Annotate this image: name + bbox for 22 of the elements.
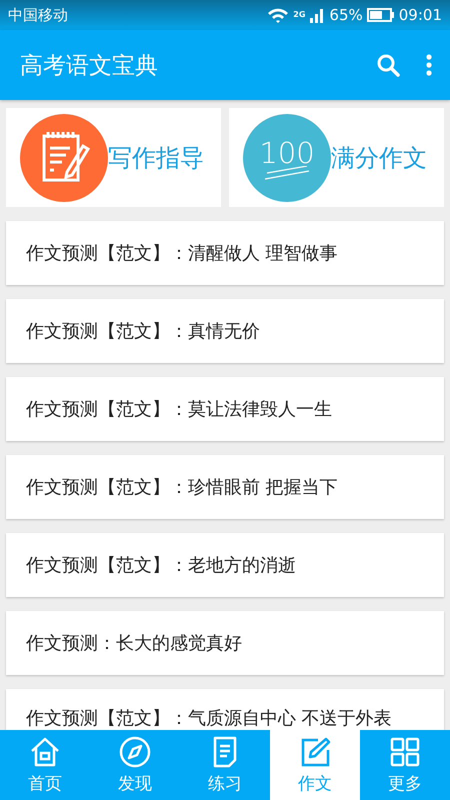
search-icon (376, 53, 400, 77)
notepad-pencil-icon (20, 114, 108, 202)
compass-icon (118, 735, 152, 769)
wifi-icon (267, 7, 290, 23)
grid-icon (388, 735, 422, 769)
app-title: 高考语文宝典 (20, 52, 159, 80)
article-item[interactable]: 作文预测【范文】：气质源自中心 不送于外表 (6, 689, 444, 730)
article-item[interactable]: 作文预测：长大的感觉真好 (6, 611, 444, 675)
article-item[interactable]: 作文预测【范文】：莫让法律毁人一生 (6, 377, 444, 441)
battery-percent: 65% (329, 6, 363, 24)
network-type: 2G (293, 10, 306, 19)
article-item[interactable]: 作文预测【范文】：珍惜眼前 把握当下 (6, 455, 444, 519)
article-item[interactable]: 作文预测【范文】：清醒做人 理智做事 (6, 221, 444, 285)
more-icon (426, 53, 432, 77)
battery-icon (366, 8, 395, 22)
score-number: 100 (259, 136, 315, 170)
article-item[interactable]: 作文预测【范文】：老地方的消逝 (6, 533, 444, 597)
carrier-name: 中国移动 (8, 6, 68, 24)
clock: 09:01 (398, 6, 442, 24)
signal-icon (309, 7, 326, 23)
underline-icon (263, 166, 311, 180)
article-item[interactable]: 作文预测【范文】：真情无价 (6, 299, 444, 363)
